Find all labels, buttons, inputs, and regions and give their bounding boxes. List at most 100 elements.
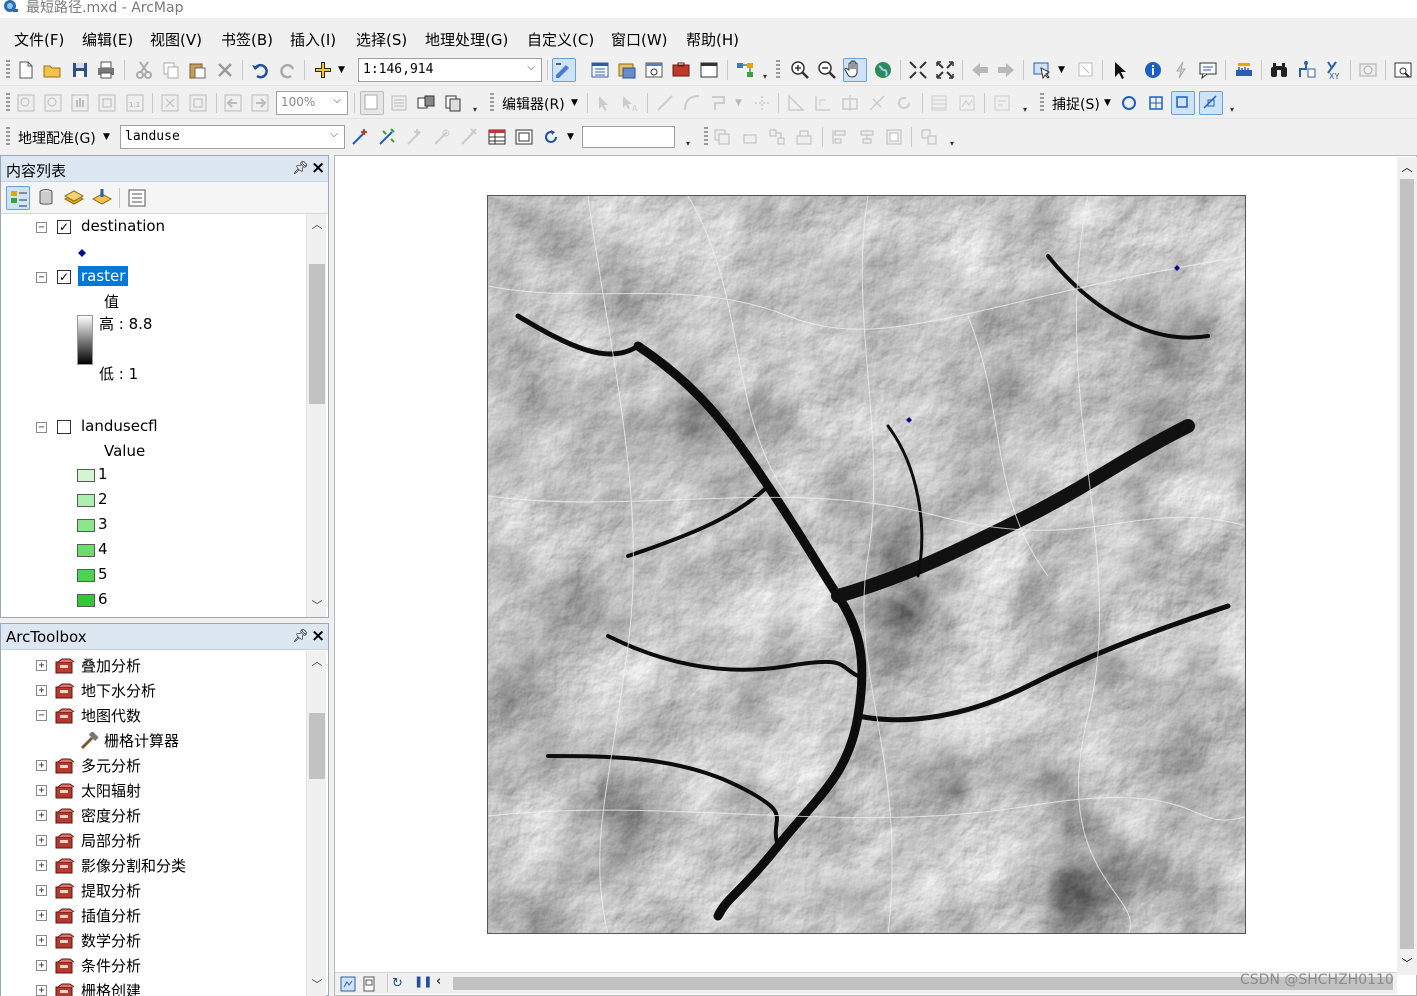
toolset-item[interactable]: 插值分析 (81, 905, 141, 926)
attributes-icon[interactable] (929, 93, 949, 113)
collapse-toolset-icon[interactable]: − (36, 710, 47, 721)
chevron-down-icon[interactable]: ⌵ (330, 95, 344, 109)
menu-view[interactable]: 视图(V) (150, 29, 202, 50)
menu-selection[interactable]: 选择(S) (356, 29, 407, 50)
view-source-icon[interactable] (514, 127, 534, 147)
print-icon[interactable] (96, 60, 116, 80)
expand-toolset-icon[interactable]: + (36, 810, 47, 821)
add-data-icon[interactable] (313, 60, 333, 80)
map-vertical-scroll-thumb[interactable] (1400, 179, 1414, 949)
raster-visibility-checkbox[interactable]: ✓ (57, 270, 71, 284)
toolset-item[interactable]: 栅格创建 (81, 980, 141, 996)
change-layout-icon[interactable] (416, 93, 436, 113)
toc-scrollbar[interactable]: ︿ ﹀ (306, 214, 326, 617)
group-tool-icon[interactable] (919, 127, 939, 147)
align-tool-3-icon[interactable] (884, 127, 904, 147)
toolset-item[interactable]: 太阳辐射 (81, 780, 141, 801)
toolbar-overflow-icon[interactable]: ▾ (686, 139, 694, 151)
list-by-visibility-icon[interactable] (62, 186, 86, 210)
zoom-100-percent-icon[interactable]: 1:1 (125, 93, 145, 113)
toolset-item[interactable]: 数学分析 (81, 930, 141, 951)
trace-icon[interactable] (709, 93, 729, 113)
pan-hand-icon[interactable] (843, 58, 867, 82)
split-tool-icon[interactable] (867, 93, 887, 113)
new-document-icon[interactable] (16, 60, 36, 80)
html-popup-icon[interactable] (1198, 60, 1218, 80)
menu-customize[interactable]: 自定义(C) (527, 29, 594, 50)
landuse-class-swatch[interactable] (77, 594, 95, 607)
georeference-layer-combo[interactable]: landuse ⌵ (120, 125, 345, 149)
rotate-dropdown-icon[interactable]: ▼ (567, 132, 574, 142)
close-icon[interactable]: × (311, 626, 327, 646)
layer-name-destination[interactable]: destination (81, 217, 165, 235)
list-by-drawing-order-icon[interactable] (6, 186, 30, 210)
collapse-landusecfl-icon[interactable]: − (36, 422, 47, 433)
snapping-menu-label[interactable]: 捕捉(S) (1052, 94, 1100, 114)
layout-zoom-combo[interactable]: 100% ⌵ (276, 91, 348, 115)
toolset-item[interactable]: 地图代数 (81, 705, 141, 726)
layer-name-raster[interactable]: raster (78, 266, 129, 286)
layout-zoom-in-icon[interactable] (16, 93, 36, 113)
expand-toolset-icon[interactable]: + (36, 985, 47, 996)
clear-selection-icon[interactable] (1076, 60, 1096, 80)
go-to-xy-icon[interactable]: XY (1324, 60, 1344, 80)
trace-dropdown-icon[interactable]: ▼ (735, 98, 742, 108)
go-forward-extent-layout-icon[interactable] (250, 93, 270, 113)
toolbar-overflow-icon[interactable]: ▾ (1230, 105, 1238, 117)
toolset-item[interactable]: 地下水分析 (81, 680, 156, 701)
table-of-contents-icon[interactable] (590, 60, 610, 80)
find-route-icon[interactable] (1297, 60, 1317, 80)
focus-data-frame-icon[interactable] (389, 93, 409, 113)
menu-file[interactable]: 文件(F) (14, 29, 64, 50)
refresh-icon[interactable]: ↻ (392, 976, 408, 992)
end-point-arc-icon[interactable] (682, 93, 702, 113)
toolset-item[interactable]: 提取分析 (81, 880, 141, 901)
zoom-to-selected-link-icon[interactable] (432, 127, 452, 147)
toolbar-overflow-icon[interactable]: ▾ (950, 139, 958, 151)
chevron-down-icon[interactable]: ⌵ (524, 62, 538, 76)
landuse-class-swatch[interactable] (77, 544, 95, 557)
rotate-angle-input[interactable] (582, 126, 675, 148)
scroll-up-icon[interactable]: ︿ (307, 653, 327, 671)
delete-link-icon[interactable] (459, 127, 479, 147)
search-window-icon[interactable] (644, 60, 664, 80)
expand-toolset-icon[interactable]: + (36, 785, 47, 796)
save-icon[interactable] (70, 60, 90, 80)
menu-windows[interactable]: 窗口(W) (611, 29, 668, 50)
expand-toolset-icon[interactable]: + (36, 910, 47, 921)
add-data-dropdown-icon[interactable]: ▼ (338, 65, 345, 75)
measure-icon[interactable] (1234, 60, 1254, 80)
edit-vertices-icon[interactable] (786, 93, 806, 113)
scroll-down-icon[interactable]: ﹀ (307, 976, 327, 994)
tool-item[interactable]: 栅格计算器 (104, 730, 179, 751)
rotate-tool-icon[interactable] (894, 93, 914, 113)
expand-toolset-icon[interactable]: + (36, 660, 47, 671)
list-by-source-icon[interactable] (34, 186, 58, 210)
paste-icon[interactable] (187, 60, 207, 80)
toolbar-overflow-icon[interactable]: ▾ (763, 72, 771, 84)
toolset-item[interactable]: 叠加分析 (81, 655, 141, 676)
select-dropdown-icon[interactable]: ▼ (1058, 65, 1065, 75)
point-icon[interactable] (752, 93, 772, 113)
toolset-item[interactable]: 局部分析 (81, 830, 141, 851)
cut-icon[interactable] (134, 60, 154, 80)
menu-edit[interactable]: 编辑(E) (82, 29, 133, 50)
expand-toolset-icon[interactable]: + (36, 960, 47, 971)
forward-extent-icon[interactable] (996, 60, 1016, 80)
editor-menu-label[interactable]: 编辑器(R) (502, 94, 565, 114)
back-extent-icon[interactable] (970, 60, 990, 80)
fixed-zoom-out-layout-icon[interactable] (188, 93, 208, 113)
toolset-item[interactable]: 多元分析 (81, 755, 141, 776)
pin-icon[interactable]: 📌︎ (292, 161, 309, 177)
expand-toolset-icon[interactable]: + (36, 860, 47, 871)
georeferencing-dropdown-icon[interactable]: ▼ (103, 132, 110, 142)
list-by-selection-icon[interactable] (90, 186, 114, 210)
expand-toolset-icon[interactable]: + (36, 685, 47, 696)
toolbox-scroll-thumb[interactable] (309, 713, 325, 779)
toggle-draft-mode-icon[interactable] (360, 91, 384, 115)
close-icon[interactable]: × (311, 158, 327, 178)
snapping-dropdown-icon[interactable]: ▼ (1104, 98, 1111, 108)
create-features-icon[interactable] (992, 93, 1012, 113)
menu-help[interactable]: 帮助(H) (686, 29, 739, 50)
toolbar-overflow-icon[interactable]: ▾ (473, 105, 481, 117)
